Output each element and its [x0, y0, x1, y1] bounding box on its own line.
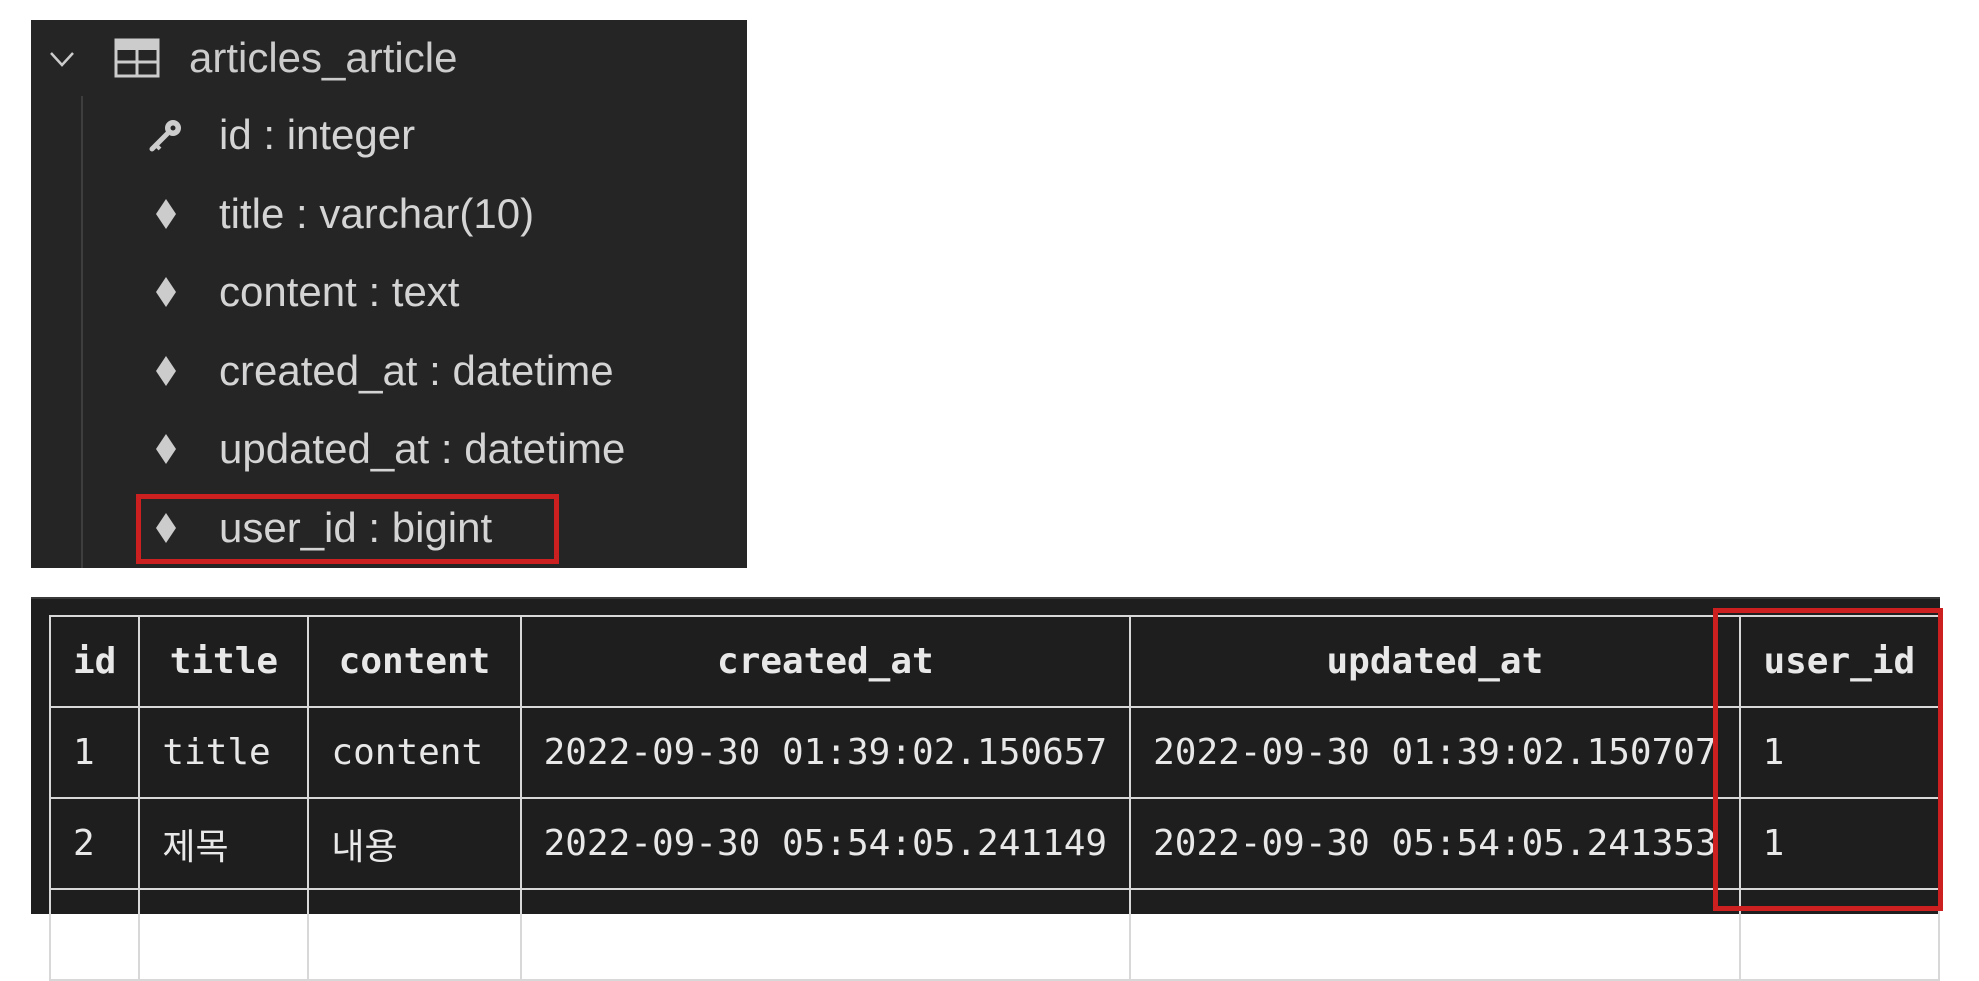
- column-label: updated_at : datetime: [219, 425, 626, 472]
- query-results-panel: id title content created_at updated_at u…: [31, 597, 1941, 981]
- cell-empty: [519, 888, 1132, 981]
- cell-empty: [1738, 888, 1941, 981]
- table-row-partial: [48, 888, 1941, 981]
- chevron-down-icon[interactable]: [49, 50, 75, 68]
- cell-created-at[interactable]: 2022-09-30 05:54:05.241149: [519, 797, 1132, 890]
- table-name-label: articles_article: [189, 34, 458, 81]
- column-label: content : text: [219, 268, 460, 315]
- cell-content[interactable]: content: [307, 706, 522, 799]
- diamond-icon: [156, 512, 176, 543]
- table-row[interactable]: 1 title content 2022-09-30 01:39:02.1506…: [48, 706, 1941, 799]
- diamond-icon: [156, 198, 176, 229]
- schema-tree-panel: articles_article id : integer title : va…: [31, 20, 747, 568]
- column-header-id[interactable]: id: [48, 615, 141, 708]
- cell-id[interactable]: 1: [48, 706, 141, 799]
- column-list: id : integer title : varchar(10) content…: [31, 96, 747, 567]
- diamond-icon: [156, 434, 176, 464]
- column-label: title : varchar(10): [219, 189, 535, 237]
- tree-table-node[interactable]: articles_article: [31, 20, 747, 96]
- cell-empty: [138, 888, 310, 981]
- cell-content[interactable]: 내용: [307, 797, 522, 890]
- column-item-title[interactable]: title : varchar(10): [31, 175, 747, 254]
- column-label: user_id : bigint: [219, 503, 493, 551]
- column-header-updated-at[interactable]: updated_at: [1129, 615, 1741, 708]
- column-header-user-id[interactable]: user_id: [1738, 615, 1941, 708]
- cell-empty: [307, 888, 522, 981]
- cell-empty: [48, 888, 141, 981]
- cell-updated-at[interactable]: 2022-09-30 05:54:05.241353: [1129, 797, 1741, 890]
- diamond-icon: [156, 355, 176, 386]
- cell-user-id[interactable]: 1: [1738, 706, 1941, 799]
- column-header-created-at[interactable]: created_at: [519, 615, 1132, 708]
- table-icon: [114, 38, 160, 78]
- column-label: id : integer: [219, 111, 416, 158]
- column-header-title[interactable]: title: [138, 615, 310, 708]
- diamond-icon: [156, 277, 176, 307]
- table-header-row: id title content created_at updated_at u…: [48, 615, 1941, 708]
- cell-empty: [1129, 888, 1741, 981]
- column-item-id[interactable]: id : integer: [31, 96, 747, 175]
- column-item-user-id[interactable]: user_id : bigint: [31, 489, 747, 568]
- column-item-updated-at[interactable]: updated_at : datetime: [31, 410, 747, 489]
- cell-updated-at[interactable]: 2022-09-30 01:39:02.150707: [1129, 706, 1741, 799]
- column-header-content[interactable]: content: [307, 615, 522, 708]
- cell-title[interactable]: title: [138, 706, 310, 799]
- cell-title[interactable]: 제목: [138, 797, 310, 890]
- column-label: created_at : datetime: [219, 346, 614, 394]
- table-row[interactable]: 2 제목 내용 2022-09-30 05:54:05.241149 2022-…: [48, 797, 1941, 890]
- key-icon: [149, 120, 181, 152]
- results-table: id title content created_at updated_at u…: [48, 615, 1941, 981]
- cell-user-id[interactable]: 1: [1738, 797, 1941, 890]
- cell-created-at[interactable]: 2022-09-30 01:39:02.150657: [519, 706, 1132, 799]
- cell-id[interactable]: 2: [48, 797, 141, 890]
- column-item-content[interactable]: content : text: [31, 253, 747, 332]
- column-item-created-at[interactable]: created_at : datetime: [31, 332, 747, 411]
